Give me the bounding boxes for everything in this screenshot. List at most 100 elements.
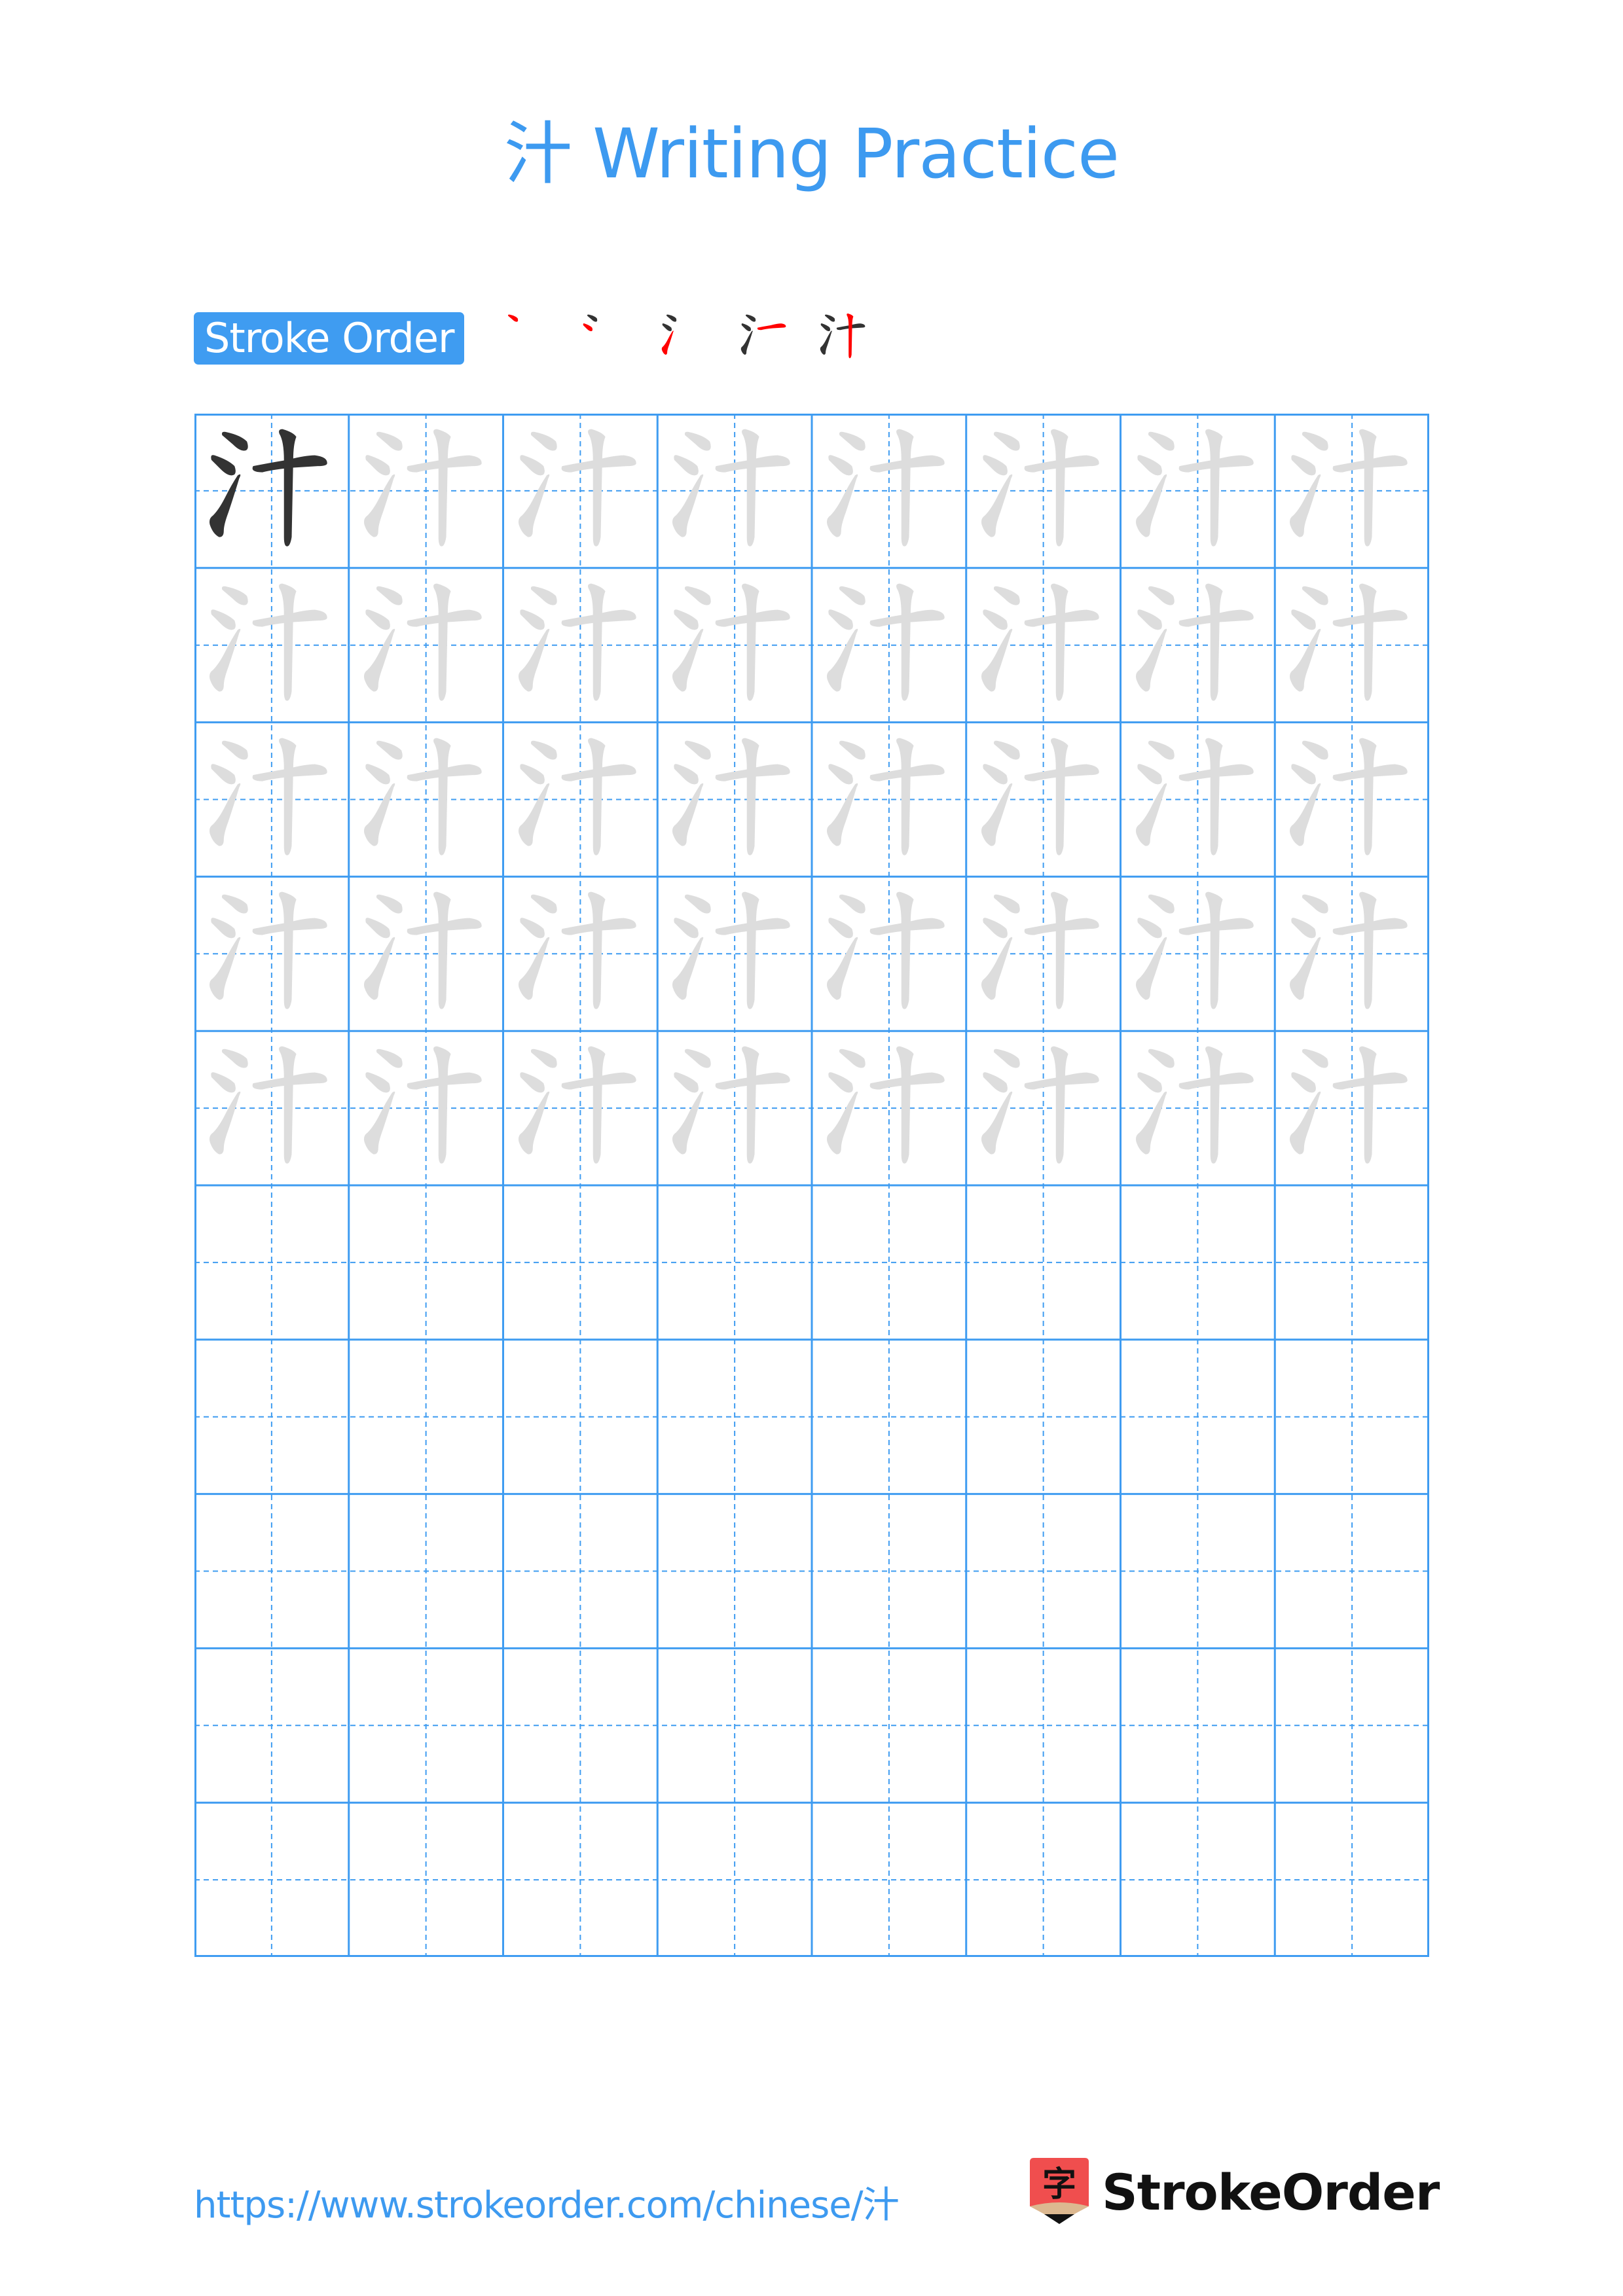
practice-cell[interactable]	[349, 876, 503, 1031]
practice-cell[interactable]	[966, 876, 1121, 1031]
practice-cell[interactable]	[349, 1648, 503, 1803]
practice-cell[interactable]	[1275, 723, 1429, 877]
practice-cell[interactable]	[349, 1803, 503, 1957]
practice-cell[interactable]	[657, 876, 812, 1031]
stroke-3	[1135, 937, 1167, 1001]
practice-cell[interactable]	[1121, 1803, 1275, 1957]
practice-cell[interactable]	[503, 1031, 658, 1185]
strokeorder-logo[interactable]: 字 StrokeOrder	[1030, 2158, 1440, 2230]
practice-cell[interactable]	[349, 414, 503, 568]
practice-cell[interactable]	[1275, 1340, 1429, 1494]
practice-cell[interactable]	[1275, 1185, 1429, 1340]
practice-cell[interactable]	[657, 723, 812, 877]
practice-cell[interactable]	[194, 568, 349, 723]
practice-cell[interactable]	[1275, 876, 1429, 1031]
stroke-3	[1135, 474, 1167, 537]
trace-character	[209, 1046, 327, 1164]
practice-grid	[194, 414, 1429, 1957]
practice-cell[interactable]	[503, 876, 658, 1031]
practice-cell[interactable]	[966, 1803, 1121, 1957]
practice-cell[interactable]	[657, 1185, 812, 1340]
practice-cell[interactable]	[349, 568, 503, 723]
practice-cell[interactable]	[812, 723, 966, 877]
trace-character	[518, 738, 636, 855]
practice-cell[interactable]	[966, 723, 1121, 877]
practice-cell[interactable]	[966, 1340, 1121, 1494]
practice-cell[interactable]	[657, 1031, 812, 1185]
stroke-3	[1135, 1091, 1167, 1155]
practice-cell[interactable]	[812, 1031, 966, 1185]
practice-cell[interactable]	[349, 1340, 503, 1494]
stroke-2	[1137, 609, 1162, 630]
practice-cell[interactable]	[1121, 1340, 1275, 1494]
practice-cell[interactable]	[1121, 414, 1275, 568]
practice-cell[interactable]	[349, 723, 503, 877]
practice-cell[interactable]	[812, 1185, 966, 1340]
practice-cell[interactable]	[503, 414, 658, 568]
stroke-3	[1290, 474, 1321, 537]
practice-cell[interactable]	[194, 1494, 349, 1649]
trace-character	[672, 891, 790, 1010]
practice-cell[interactable]	[812, 1803, 966, 1957]
practice-cell[interactable]	[966, 1648, 1121, 1803]
practice-cell[interactable]	[657, 1648, 812, 1803]
practice-cell[interactable]	[812, 876, 966, 1031]
practice-cell[interactable]	[1275, 568, 1429, 723]
practice-cell[interactable]	[1121, 1031, 1275, 1185]
stroke-3	[672, 783, 704, 846]
practice-cell[interactable]	[194, 1185, 349, 1340]
practice-cell[interactable]	[503, 1340, 658, 1494]
practice-cell[interactable]	[812, 1494, 966, 1649]
practice-cell[interactable]	[194, 1803, 349, 1957]
practice-cell[interactable]	[503, 1185, 658, 1340]
practice-cell[interactable]	[812, 568, 966, 723]
stroke-3	[826, 1091, 858, 1155]
practice-cell[interactable]	[194, 1340, 349, 1494]
practice-cell[interactable]	[1275, 1803, 1429, 1957]
practice-cell[interactable]	[1275, 1648, 1429, 1803]
practice-cell[interactable]	[1121, 876, 1275, 1031]
practice-cell[interactable]	[1121, 1648, 1275, 1803]
practice-cell[interactable]	[812, 1340, 966, 1494]
stroke-1	[685, 895, 711, 914]
practice-cell[interactable]	[657, 1803, 812, 1957]
practice-cell[interactable]	[349, 1031, 503, 1185]
practice-cell[interactable]	[966, 414, 1121, 568]
practice-cell[interactable]	[1121, 1494, 1275, 1649]
practice-cell[interactable]	[1275, 414, 1429, 568]
practice-cell[interactable]	[1275, 1494, 1429, 1649]
stroke-5	[433, 891, 451, 1010]
practice-cell[interactable]	[194, 1031, 349, 1185]
practice-cell[interactable]	[503, 723, 658, 877]
practice-cell[interactable]	[194, 876, 349, 1031]
stroke-2	[983, 609, 1008, 630]
practice-cell[interactable]	[503, 1494, 658, 1649]
practice-cell[interactable]	[194, 1648, 349, 1803]
stroke-1	[1302, 1049, 1328, 1068]
practice-cell[interactable]	[194, 723, 349, 877]
practice-cell[interactable]	[194, 414, 349, 568]
practice-cell[interactable]	[503, 1803, 658, 1957]
practice-cell[interactable]	[349, 1185, 503, 1340]
practice-cell[interactable]	[657, 414, 812, 568]
practice-cell[interactable]	[503, 568, 658, 723]
practice-cell[interactable]	[657, 1340, 812, 1494]
practice-cell[interactable]	[503, 1648, 658, 1803]
practice-cell[interactable]	[966, 1494, 1121, 1649]
practice-cell[interactable]	[1275, 1031, 1429, 1185]
practice-cell[interactable]	[966, 568, 1121, 723]
source-url-link[interactable]: https://www.strokeorder.com/chinese/汁	[194, 2183, 900, 2229]
practice-cell[interactable]	[966, 1185, 1121, 1340]
practice-cell[interactable]	[657, 568, 812, 723]
practice-cell[interactable]	[349, 1494, 503, 1649]
practice-cell[interactable]	[812, 414, 966, 568]
stroke-1	[530, 895, 557, 914]
practice-cell[interactable]	[966, 1031, 1121, 1185]
practice-cell[interactable]	[1121, 723, 1275, 877]
stroke-5	[1050, 738, 1068, 855]
practice-cell[interactable]	[1121, 568, 1275, 723]
practice-cell[interactable]	[657, 1494, 812, 1649]
stroke-3	[209, 474, 241, 537]
practice-cell[interactable]	[812, 1648, 966, 1803]
practice-cell[interactable]	[1121, 1185, 1275, 1340]
